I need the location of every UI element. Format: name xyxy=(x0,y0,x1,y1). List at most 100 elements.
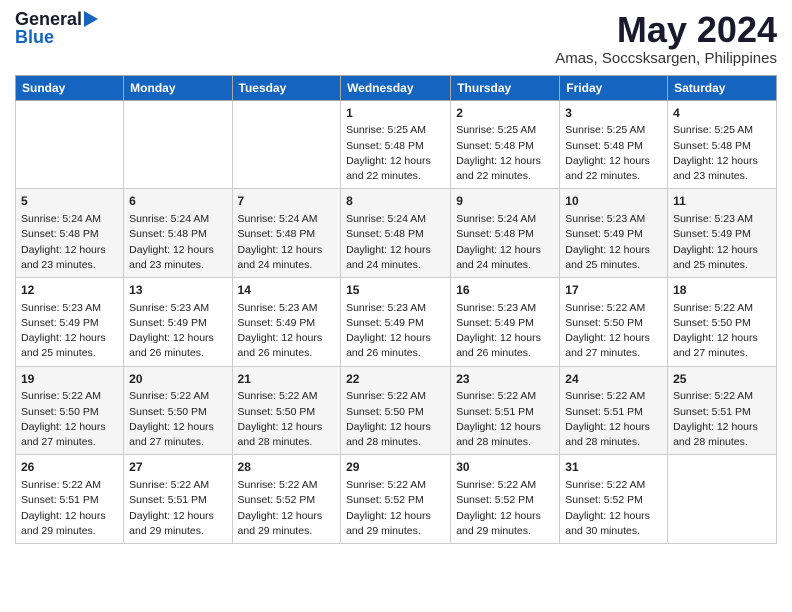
calendar-cell: 14Sunrise: 5:23 AM Sunset: 5:49 PM Dayli… xyxy=(232,277,341,366)
day-number: 14 xyxy=(238,282,336,299)
day-number: 22 xyxy=(346,371,445,388)
calendar-week-row: 26 Sunrise: 5:22 AM Sunset: 5:51 PM Dayli… xyxy=(16,455,777,544)
calendar-cell: 4Sunrise: 5:25 AM Sunset: 5:48 PM Daylig… xyxy=(668,100,777,189)
calendar-cell: 13 Sunrise: 5:23 AM Sunset: 5:49 PM Dayli… xyxy=(124,277,232,366)
day-info: Sunrise: 5:23 AM Sunset: 5:49 PM Dayligh… xyxy=(21,301,118,362)
calendar-cell: 15 Sunrise: 5:23 AM Sunset: 5:49 PM Dayli… xyxy=(341,277,451,366)
column-header-sunday: Sunday xyxy=(16,75,124,100)
calendar-cell: 27 Sunrise: 5:22 AM Sunset: 5:51 PM Dayli… xyxy=(124,455,232,544)
calendar-cell: 7 Sunrise: 5:24 AM Sunset: 5:48 PM Daylig… xyxy=(232,189,341,278)
title-area: May 2024 Amas, Soccsksargen, Philippines xyxy=(555,10,777,67)
calendar-cell: 16 Sunrise: 5:23 AM Sunset: 5:49 PM Dayli… xyxy=(451,277,560,366)
day-info: Sunrise: 5:24 AM Sunset: 5:48 PM Dayligh… xyxy=(21,212,118,273)
calendar-cell: 3Sunrise: 5:25 AM Sunset: 5:48 PM Daylig… xyxy=(560,100,668,189)
calendar-cell: 10 Sunrise: 5:23 AM Sunset: 5:49 PM Dayli… xyxy=(560,189,668,278)
day-info: Sunrise: 5:22 AM Sunset: 5:52 PM Dayligh… xyxy=(565,478,662,539)
day-number: 25 xyxy=(673,371,771,388)
day-number: 12 xyxy=(21,282,118,299)
day-number: 20 xyxy=(129,371,226,388)
calendar-cell: 26Sunrise: 5:22 AM Sunset: 5:51 PM Dayli… xyxy=(16,455,124,544)
calendar-cell xyxy=(232,100,341,189)
day-number: 1 xyxy=(346,105,445,122)
day-number: 19 xyxy=(21,371,118,388)
location-subtitle: Amas, Soccsksargen, Philippines xyxy=(555,50,777,67)
day-number: 28 xyxy=(238,459,336,476)
day-info: Sunrise: 5:24 AM Sunset: 5:48 PM Dayligh… xyxy=(346,212,445,273)
calendar-cell: 5 Sunrise: 5:24 AM Sunset: 5:48 PM Daylig… xyxy=(16,189,124,278)
column-header-thursday: Thursday xyxy=(451,75,560,100)
calendar-week-row: 5 Sunrise: 5:24 AM Sunset: 5:48 PM Daylig… xyxy=(16,189,777,278)
calendar-cell: 11Sunrise: 5:23 AM Sunset: 5:49 PM Dayli… xyxy=(668,189,777,278)
day-info: Sunrise: 5:24 AM Sunset: 5:48 PM Dayligh… xyxy=(238,212,336,273)
day-info: Sunrise: 5:23 AM Sunset: 5:49 PM Dayligh… xyxy=(565,212,662,273)
day-number: 4 xyxy=(673,105,771,122)
calendar-cell: 31 Sunrise: 5:22 AM Sunset: 5:52 PM Dayli… xyxy=(560,455,668,544)
day-info: Sunrise: 5:22 AM Sunset: 5:52 PM Dayligh… xyxy=(456,478,554,539)
day-number: 26 xyxy=(21,459,118,476)
day-info: Sunrise: 5:23 AM Sunset: 5:49 PM Dayligh… xyxy=(456,301,554,362)
day-number: 10 xyxy=(565,193,662,210)
calendar-table: SundayMondayTuesdayWednesdayThursdayFrid… xyxy=(15,75,777,544)
day-info: Sunrise: 5:22 AM Sunset: 5:50 PM Dayligh… xyxy=(129,389,226,450)
day-number: 6 xyxy=(129,193,226,210)
day-info: Sunrise: 5:22 AM Sunset: 5:50 PM Dayligh… xyxy=(238,389,336,450)
calendar-week-row: 1 Sunrise: 5:25 AM Sunset: 5:48 PM Daylig… xyxy=(16,100,777,189)
calendar-cell: 25Sunrise: 5:22 AM Sunset: 5:51 PM Dayli… xyxy=(668,366,777,455)
day-number: 5 xyxy=(21,193,118,210)
day-info: Sunrise: 5:22 AM Sunset: 5:50 PM Dayligh… xyxy=(346,389,445,450)
day-info: Sunrise: 5:25 AM Sunset: 5:48 PM Dayligh… xyxy=(565,123,662,184)
day-number: 15 xyxy=(346,282,445,299)
calendar-cell: 9Sunrise: 5:24 AM Sunset: 5:48 PM Daylig… xyxy=(451,189,560,278)
month-title: May 2024 xyxy=(555,10,777,50)
day-number: 23 xyxy=(456,371,554,388)
column-header-friday: Friday xyxy=(560,75,668,100)
calendar-cell: 18Sunrise: 5:22 AM Sunset: 5:50 PM Dayli… xyxy=(668,277,777,366)
day-number: 30 xyxy=(456,459,554,476)
day-number: 21 xyxy=(238,371,336,388)
day-info: Sunrise: 5:22 AM Sunset: 5:51 PM Dayligh… xyxy=(129,478,226,539)
calendar-cell xyxy=(16,100,124,189)
calendar-cell: 2Sunrise: 5:25 AM Sunset: 5:48 PM Daylig… xyxy=(451,100,560,189)
header: General Blue May 2024 Amas, Soccsksargen… xyxy=(15,10,777,67)
calendar-cell: 8Sunrise: 5:24 AM Sunset: 5:48 PM Daylig… xyxy=(341,189,451,278)
logo-general-text: General xyxy=(15,10,82,28)
day-info: Sunrise: 5:22 AM Sunset: 5:52 PM Dayligh… xyxy=(346,478,445,539)
logo: General Blue xyxy=(15,10,98,46)
column-header-wednesday: Wednesday xyxy=(341,75,451,100)
day-info: Sunrise: 5:22 AM Sunset: 5:50 PM Dayligh… xyxy=(21,389,118,450)
day-number: 29 xyxy=(346,459,445,476)
calendar-cell xyxy=(124,100,232,189)
day-number: 24 xyxy=(565,371,662,388)
day-info: Sunrise: 5:24 AM Sunset: 5:48 PM Dayligh… xyxy=(129,212,226,273)
day-number: 7 xyxy=(238,193,336,210)
calendar-cell: 22Sunrise: 5:22 AM Sunset: 5:50 PM Dayli… xyxy=(341,366,451,455)
calendar-cell: 12 Sunrise: 5:23 AM Sunset: 5:49 PM Dayli… xyxy=(16,277,124,366)
day-number: 16 xyxy=(456,282,554,299)
day-info: Sunrise: 5:23 AM Sunset: 5:49 PM Dayligh… xyxy=(129,301,226,362)
day-number: 17 xyxy=(565,282,662,299)
logo-blue-text: Blue xyxy=(15,28,54,46)
day-number: 27 xyxy=(129,459,226,476)
column-header-tuesday: Tuesday xyxy=(232,75,341,100)
column-header-saturday: Saturday xyxy=(668,75,777,100)
day-info: Sunrise: 5:25 AM Sunset: 5:48 PM Dayligh… xyxy=(456,123,554,184)
day-info: Sunrise: 5:22 AM Sunset: 5:50 PM Dayligh… xyxy=(673,301,771,362)
calendar-cell: 30 Sunrise: 5:22 AM Sunset: 5:52 PM Dayli… xyxy=(451,455,560,544)
calendar-cell: 23Sunrise: 5:22 AM Sunset: 5:51 PM Dayli… xyxy=(451,366,560,455)
day-info: Sunrise: 5:25 AM Sunset: 5:48 PM Dayligh… xyxy=(673,123,771,184)
day-info: Sunrise: 5:22 AM Sunset: 5:51 PM Dayligh… xyxy=(565,389,662,450)
logo-triangle-icon xyxy=(84,11,98,27)
day-number: 13 xyxy=(129,282,226,299)
day-info: Sunrise: 5:24 AM Sunset: 5:48 PM Dayligh… xyxy=(456,212,554,273)
calendar-cell: 17 Sunrise: 5:22 AM Sunset: 5:50 PM Dayli… xyxy=(560,277,668,366)
day-number: 31 xyxy=(565,459,662,476)
day-info: Sunrise: 5:22 AM Sunset: 5:50 PM Dayligh… xyxy=(565,301,662,362)
calendar-cell: 6 Sunrise: 5:24 AM Sunset: 5:48 PM Daylig… xyxy=(124,189,232,278)
day-number: 2 xyxy=(456,105,554,122)
calendar-cell: 29 Sunrise: 5:22 AM Sunset: 5:52 PM Dayli… xyxy=(341,455,451,544)
day-info: Sunrise: 5:22 AM Sunset: 5:51 PM Dayligh… xyxy=(673,389,771,450)
day-info: Sunrise: 5:23 AM Sunset: 5:49 PM Dayligh… xyxy=(346,301,445,362)
day-info: Sunrise: 5:22 AM Sunset: 5:52 PM Dayligh… xyxy=(238,478,336,539)
calendar-cell: 19Sunrise: 5:22 AM Sunset: 5:50 PM Dayli… xyxy=(16,366,124,455)
calendar-cell xyxy=(668,455,777,544)
